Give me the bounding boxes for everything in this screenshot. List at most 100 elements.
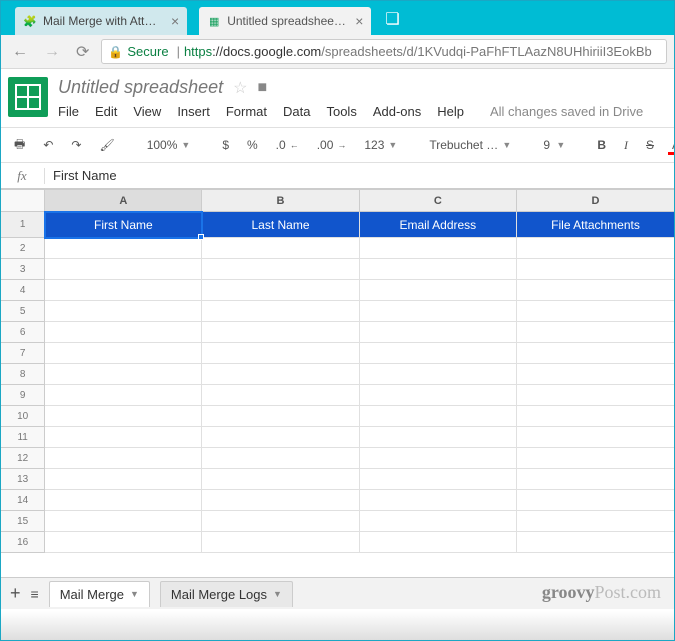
header-cell[interactable]: Last Name bbox=[202, 212, 359, 238]
header-cell[interactable]: First Name bbox=[45, 212, 202, 238]
cell[interactable] bbox=[517, 511, 675, 532]
cell[interactable] bbox=[359, 301, 516, 322]
row-header[interactable]: 10 bbox=[1, 406, 45, 427]
cell[interactable] bbox=[517, 280, 675, 301]
cell[interactable] bbox=[517, 364, 675, 385]
cell[interactable] bbox=[359, 322, 516, 343]
forward-button[interactable]: → bbox=[40, 43, 64, 61]
cell[interactable] bbox=[359, 343, 516, 364]
row-header[interactable]: 3 bbox=[1, 259, 45, 280]
undo-button[interactable]: ↶ bbox=[39, 136, 57, 154]
cell[interactable] bbox=[45, 427, 202, 448]
italic-button[interactable]: I bbox=[620, 136, 632, 155]
browser-tab-active[interactable]: ▦ Untitled spreadsheet - G × bbox=[199, 7, 371, 35]
menu-help[interactable]: Help bbox=[437, 104, 464, 119]
cell[interactable] bbox=[359, 490, 516, 511]
row-header[interactable]: 5 bbox=[1, 301, 45, 322]
cell[interactable] bbox=[202, 406, 359, 427]
row-header[interactable]: 2 bbox=[1, 238, 45, 259]
chevron-down-icon[interactable]: ▼ bbox=[273, 589, 282, 599]
redo-button[interactable]: ↷ bbox=[67, 136, 85, 154]
cell[interactable] bbox=[45, 406, 202, 427]
cell[interactable] bbox=[359, 532, 516, 553]
all-sheets-button[interactable]: ≡ bbox=[31, 586, 39, 602]
menu-tools[interactable]: Tools bbox=[326, 104, 356, 119]
cell[interactable] bbox=[202, 301, 359, 322]
url-input[interactable]: 🔒 Secure | https ://docs.google.com /spr… bbox=[101, 39, 667, 64]
cell[interactable] bbox=[359, 280, 516, 301]
close-icon[interactable]: × bbox=[355, 13, 363, 29]
cell[interactable] bbox=[45, 259, 202, 280]
menu-addons[interactable]: Add-ons bbox=[373, 104, 421, 119]
star-icon[interactable]: ☆ bbox=[233, 78, 247, 98]
more-formats-dropdown[interactable]: 123▼ bbox=[360, 136, 401, 154]
cell[interactable] bbox=[517, 238, 675, 259]
cell[interactable] bbox=[45, 385, 202, 406]
menu-data[interactable]: Data bbox=[283, 104, 310, 119]
cell[interactable] bbox=[202, 280, 359, 301]
menu-format[interactable]: Format bbox=[226, 104, 267, 119]
cell[interactable] bbox=[517, 385, 675, 406]
cell[interactable] bbox=[517, 448, 675, 469]
cell[interactable] bbox=[202, 511, 359, 532]
row-header[interactable]: 8 bbox=[1, 364, 45, 385]
formula-input[interactable]: First Name bbox=[45, 168, 675, 183]
strikethrough-button[interactable]: S bbox=[642, 136, 658, 154]
row-header[interactable]: 7 bbox=[1, 343, 45, 364]
cell[interactable] bbox=[202, 343, 359, 364]
reload-button[interactable]: ⟳ bbox=[72, 42, 93, 62]
new-tab-button[interactable]: ❏ bbox=[385, 9, 399, 29]
sheet-tab[interactable]: Mail Merge Logs ▼ bbox=[160, 581, 293, 607]
cell[interactable] bbox=[517, 469, 675, 490]
cell[interactable] bbox=[517, 322, 675, 343]
header-cell[interactable]: Email Address bbox=[359, 212, 516, 238]
cell[interactable] bbox=[45, 490, 202, 511]
paint-format-button[interactable]: 🖌 bbox=[95, 136, 118, 154]
row-header[interactable]: 1 bbox=[1, 212, 45, 238]
cell[interactable] bbox=[45, 364, 202, 385]
header-cell[interactable]: File Attachments bbox=[517, 212, 675, 238]
cell[interactable] bbox=[359, 259, 516, 280]
cell[interactable] bbox=[202, 469, 359, 490]
row-header[interactable]: 6 bbox=[1, 322, 45, 343]
zoom-dropdown[interactable]: 100%▼ bbox=[143, 136, 195, 154]
row-header[interactable]: 14 bbox=[1, 490, 45, 511]
cell[interactable] bbox=[202, 259, 359, 280]
menu-edit[interactable]: Edit bbox=[95, 104, 117, 119]
row-header[interactable]: 11 bbox=[1, 427, 45, 448]
cell[interactable] bbox=[202, 490, 359, 511]
menu-file[interactable]: File bbox=[58, 104, 79, 119]
print-button[interactable]: 🖶 bbox=[10, 133, 29, 158]
format-currency-button[interactable]: $ bbox=[218, 136, 233, 154]
format-percent-button[interactable]: % bbox=[243, 136, 262, 154]
close-icon[interactable]: × bbox=[171, 13, 179, 29]
row-header[interactable]: 13 bbox=[1, 469, 45, 490]
cell[interactable] bbox=[45, 469, 202, 490]
cell[interactable] bbox=[45, 448, 202, 469]
cell[interactable] bbox=[202, 427, 359, 448]
cell[interactable] bbox=[517, 406, 675, 427]
row-header[interactable]: 15 bbox=[1, 511, 45, 532]
cell[interactable] bbox=[359, 385, 516, 406]
font-size-dropdown[interactable]: 9▼ bbox=[539, 136, 569, 154]
bold-button[interactable]: B bbox=[593, 136, 610, 154]
select-all-corner[interactable] bbox=[1, 190, 45, 212]
increase-decimal-button[interactable]: .00→ bbox=[313, 136, 351, 154]
doc-title[interactable]: Untitled spreadsheet bbox=[58, 77, 223, 98]
cell[interactable] bbox=[517, 259, 675, 280]
folder-icon[interactable]: ■ bbox=[257, 79, 267, 97]
sheets-logo-icon[interactable] bbox=[8, 77, 48, 117]
chevron-down-icon[interactable]: ▼ bbox=[130, 589, 139, 599]
cell[interactable] bbox=[359, 364, 516, 385]
cell[interactable] bbox=[45, 280, 202, 301]
column-header[interactable]: D bbox=[517, 190, 675, 212]
column-header[interactable]: A bbox=[45, 190, 202, 212]
browser-tab[interactable]: 🧩 Mail Merge with Attachm × bbox=[15, 7, 187, 35]
cell[interactable] bbox=[45, 238, 202, 259]
cell[interactable] bbox=[45, 511, 202, 532]
cell[interactable] bbox=[359, 448, 516, 469]
menu-insert[interactable]: Insert bbox=[177, 104, 210, 119]
cell[interactable] bbox=[359, 238, 516, 259]
row-header[interactable]: 12 bbox=[1, 448, 45, 469]
back-button[interactable]: ← bbox=[8, 43, 32, 61]
